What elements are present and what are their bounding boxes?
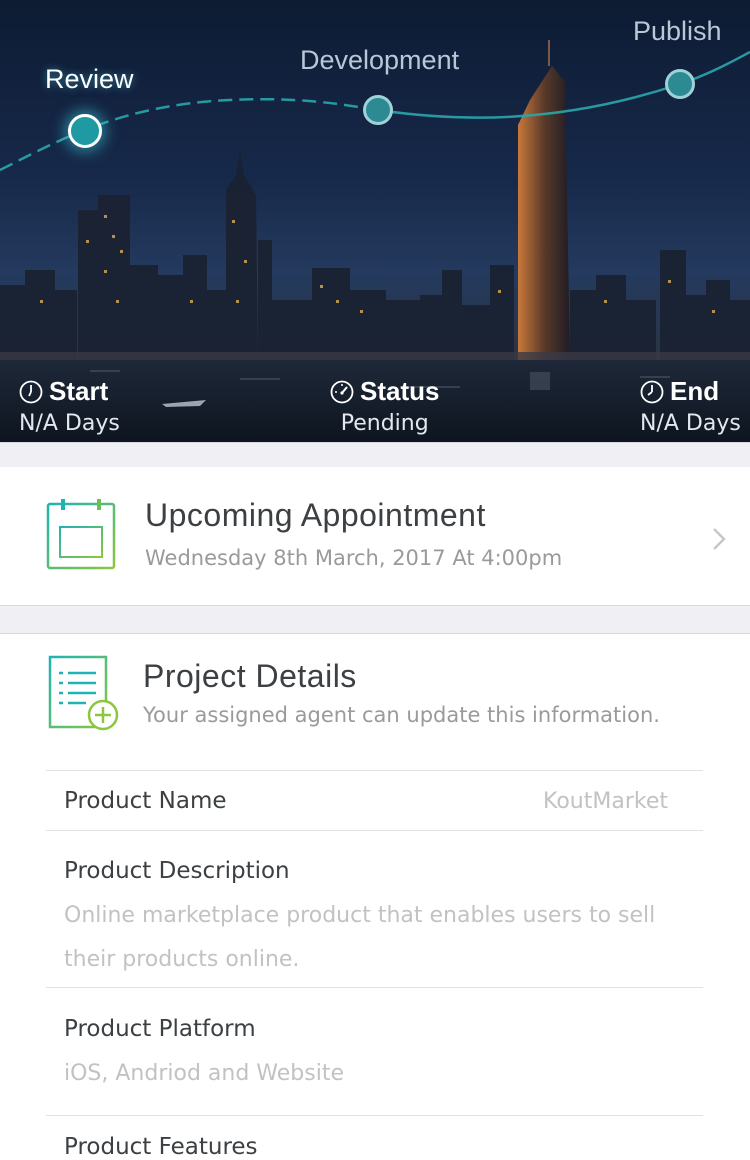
product-name-label: Product Name (64, 788, 227, 814)
calendar-icon (46, 499, 116, 570)
document-add-icon (48, 655, 119, 731)
start-stat: Start N/A Days (19, 376, 120, 436)
divider (46, 1115, 703, 1116)
status-stat: Status Pending (330, 376, 439, 436)
product-platform-value[interactable]: iOS, Andriod and Website (64, 1052, 694, 1096)
stage-marker-review[interactable] (68, 114, 102, 148)
section-separator (0, 605, 750, 634)
divider (46, 830, 703, 831)
end-clock-icon (640, 380, 664, 403)
status-label: Status (360, 376, 440, 406)
end-stat: End N/A Days (640, 376, 741, 436)
start-value: N/A Days (19, 411, 120, 436)
divider (46, 987, 703, 988)
gauge-icon (330, 380, 354, 403)
appointment-title: Upcoming Appointment (145, 497, 486, 533)
stage-label-development: Development (300, 45, 460, 75)
stage-marker-development[interactable] (363, 95, 393, 125)
product-features-label: Product Features (64, 1134, 258, 1160)
project-details-title: Project Details (143, 658, 357, 694)
divider (46, 770, 703, 771)
product-description-value[interactable]: Online marketplace product that enables … (64, 894, 694, 982)
end-value: N/A Days (640, 411, 741, 436)
chevron-right-icon[interactable] (712, 527, 726, 551)
start-label: Start (49, 376, 109, 406)
stage-label-review: Review (45, 64, 134, 94)
status-value: Pending (340, 411, 429, 436)
appointment-datetime: Wednesday 8th March, 2017 At 4:00pm (145, 546, 563, 570)
product-description-label: Product Description (64, 858, 290, 884)
end-label: End (670, 376, 720, 406)
product-name-value[interactable]: KoutMarket (543, 789, 668, 814)
stage-label-publish: Publish (633, 16, 722, 46)
start-clock-icon (19, 380, 43, 403)
stage-marker-publish[interactable] (665, 69, 695, 99)
project-progress-header: Review Development Publish Start N/A Day… (0, 0, 750, 442)
project-details-subtitle: Your assigned agent can update this info… (143, 703, 660, 727)
section-separator (0, 442, 750, 468)
product-platform-label: Product Platform (64, 1016, 256, 1042)
